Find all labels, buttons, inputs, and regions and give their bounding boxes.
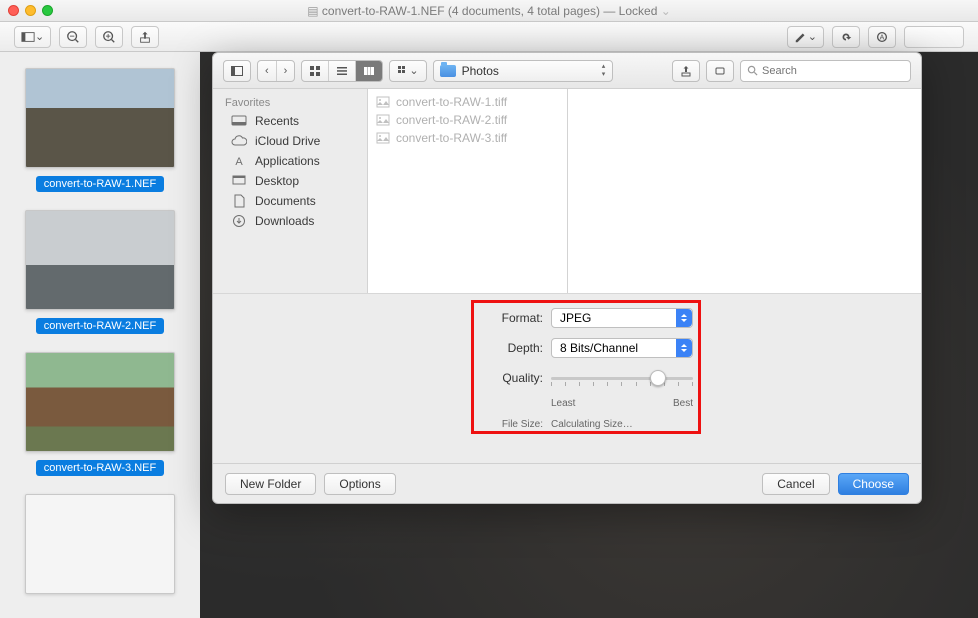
quality-least-label: Least — [551, 398, 575, 409]
sidebar-item-label: iCloud Drive — [255, 134, 320, 148]
export-options: Format: JPEG Depth: 8 Bits/Channel Quali… — [213, 293, 921, 463]
new-folder-button[interactable]: New Folder — [225, 473, 316, 495]
slider-thumb[interactable] — [650, 370, 666, 386]
search-icon — [747, 65, 758, 76]
file-name: convert-to-RAW-2.tiff — [396, 113, 507, 127]
thumbnail-label: convert-to-RAW-2.NEF — [36, 318, 164, 334]
thumbnail-image — [25, 494, 175, 594]
file-row[interactable]: convert-to-RAW-2.tiff — [368, 111, 567, 129]
svg-text:A: A — [235, 156, 243, 168]
format-select[interactable]: JPEG — [551, 308, 693, 328]
search-field[interactable] — [740, 60, 911, 82]
app-toolbar: ⌄ ⌄ A — [0, 22, 978, 52]
thumbnail-image — [25, 352, 175, 452]
window-title: ▤ convert-to-RAW-1.NEF (4 documents, 4 t… — [0, 4, 978, 18]
location-popup[interactable]: Photos ▴▾ — [433, 60, 613, 82]
icon-view-button[interactable] — [302, 61, 329, 81]
sidebar-item-documents[interactable]: Documents — [213, 191, 367, 211]
thumbnail-image — [25, 68, 175, 168]
slider-track — [551, 377, 693, 380]
rotate-button[interactable] — [832, 26, 860, 48]
sheet-body: Favorites Recents iCloud Drive A Applicat… — [213, 89, 921, 293]
window-titlebar: ▤ convert-to-RAW-1.NEF (4 documents, 4 t… — [0, 0, 978, 22]
thumbnail-label: convert-to-RAW-1.NEF — [36, 176, 164, 192]
file-row[interactable]: convert-to-RAW-1.tiff — [368, 93, 567, 111]
stepper-icon — [676, 339, 692, 357]
sidebar-item-label: Applications — [255, 154, 320, 168]
sidebar-section-favorites: Favorites — [213, 95, 367, 111]
zoom-window-icon[interactable] — [42, 5, 53, 16]
upload-button[interactable] — [672, 60, 700, 82]
format-label: Format: — [483, 311, 543, 325]
sidebar-item-applications[interactable]: A Applications — [213, 151, 367, 171]
sheet-toolbar: ‹ › ⌄ Photos ▴▾ — [213, 53, 921, 89]
choose-button[interactable]: Choose — [838, 473, 909, 495]
window-locked-status: — Locked — [603, 4, 657, 18]
sidebar-item-recents[interactable]: Recents — [213, 111, 367, 131]
depth-select[interactable]: 8 Bits/Channel — [551, 338, 693, 358]
search-toolbar-field[interactable] — [904, 26, 964, 48]
folder-icon — [440, 65, 456, 77]
thumbnail-item[interactable]: convert-to-RAW-3.NEF — [20, 352, 180, 476]
stepper-icon — [676, 309, 692, 327]
sidebar-item-icloud[interactable]: iCloud Drive — [213, 131, 367, 151]
nav-back-forward[interactable]: ‹ › — [257, 60, 295, 82]
options-button[interactable]: Options — [324, 473, 395, 495]
search-input[interactable] — [762, 65, 904, 77]
file-column-preview — [568, 89, 921, 293]
depth-label: Depth: — [483, 341, 543, 355]
filesize-label: File Size: — [483, 419, 543, 430]
quality-label: Quality: — [483, 371, 543, 385]
annotations-button[interactable]: A — [868, 26, 896, 48]
stepper-icon: ▴▾ — [598, 63, 610, 79]
depth-value: 8 Bits/Channel — [560, 341, 638, 355]
file-name: convert-to-RAW-1.tiff — [396, 95, 507, 109]
sidebar-item-label: Downloads — [255, 214, 314, 228]
sidebar-item-desktop[interactable]: Desktop — [213, 171, 367, 191]
back-button[interactable]: ‹ — [258, 61, 277, 81]
column-view-button[interactable] — [356, 61, 382, 81]
chevron-down-icon[interactable]: ⌄ — [661, 4, 671, 18]
close-window-icon[interactable] — [8, 5, 19, 16]
share-button[interactable] — [131, 26, 159, 48]
view-mode-segment[interactable] — [301, 60, 383, 82]
sidebar-item-label: Documents — [255, 194, 316, 208]
sidebar-item-label: Desktop — [255, 174, 299, 188]
finder-sidebar: Favorites Recents iCloud Drive A Applicat… — [213, 89, 368, 293]
quality-best-label: Best — [673, 398, 693, 409]
location-label: Photos — [462, 64, 499, 78]
save-sheet: ‹ › ⌄ Photos ▴▾ Favorites Recents iCloud… — [212, 52, 922, 504]
list-view-button[interactable] — [329, 61, 356, 81]
quality-slider[interactable] — [551, 368, 693, 388]
file-name: convert-to-RAW-3.tiff — [396, 131, 507, 145]
window-title-text: convert-to-RAW-1.NEF (4 documents, 4 tot… — [322, 4, 600, 18]
document-icon: ▤ — [307, 4, 318, 18]
group-by-button[interactable]: ⌄ — [389, 60, 426, 82]
thumbnail-image — [25, 210, 175, 310]
svg-text:A: A — [880, 34, 885, 41]
file-row[interactable]: convert-to-RAW-3.tiff — [368, 129, 567, 147]
thumbnail-item[interactable]: convert-to-RAW-1.NEF — [20, 68, 180, 192]
slider-ticks — [551, 382, 693, 386]
zoom-out-button[interactable] — [59, 26, 87, 48]
sheet-footer: New Folder Options Cancel Choose — [213, 463, 921, 503]
markup-button[interactable]: ⌄ — [787, 26, 824, 48]
traffic-lights — [8, 5, 53, 16]
sidebar-item-label: Recents — [255, 114, 299, 128]
thumbnail-label: convert-to-RAW-3.NEF — [36, 460, 164, 476]
cancel-button[interactable]: Cancel — [762, 473, 829, 495]
sidebar-toggle-button[interactable] — [223, 60, 251, 82]
zoom-in-button[interactable] — [95, 26, 123, 48]
file-column[interactable]: convert-to-RAW-1.tiff convert-to-RAW-2.t… — [368, 89, 568, 293]
thumbnail-item[interactable] — [20, 494, 180, 594]
forward-button[interactable]: › — [277, 61, 295, 81]
filesize-value: Calculating Size… — [551, 419, 633, 430]
thumbnail-item[interactable]: convert-to-RAW-2.NEF — [20, 210, 180, 334]
minimize-window-icon[interactable] — [25, 5, 36, 16]
format-value: JPEG — [560, 311, 591, 325]
sidebar-item-downloads[interactable]: Downloads — [213, 211, 367, 231]
sidebar-toggle-button[interactable]: ⌄ — [14, 26, 51, 48]
thumbnail-sidebar[interactable]: convert-to-RAW-1.NEF convert-to-RAW-2.NE… — [0, 52, 200, 618]
tags-button[interactable] — [706, 60, 734, 82]
